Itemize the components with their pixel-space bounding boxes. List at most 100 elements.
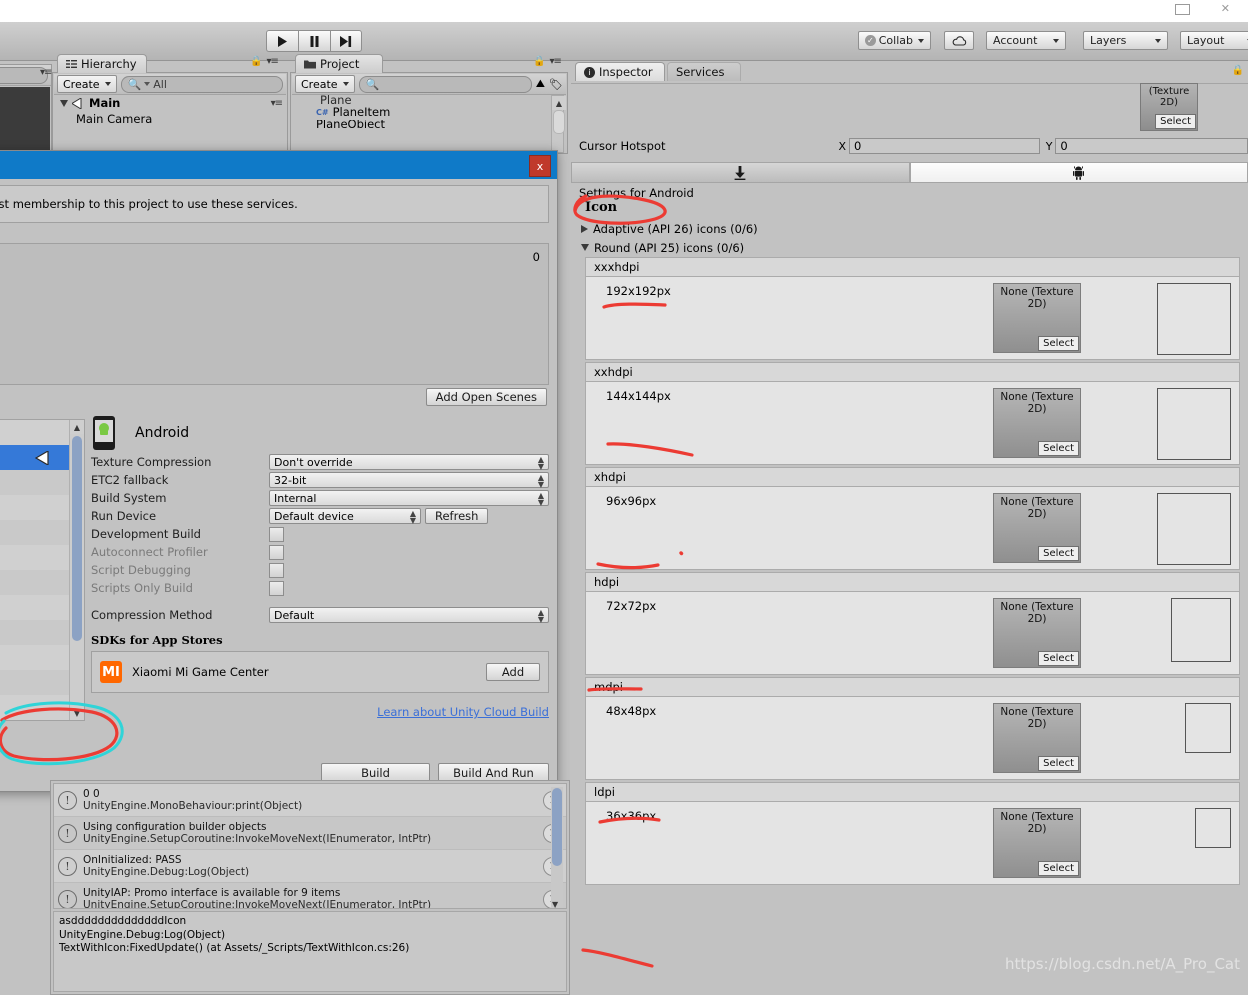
cloud-button[interactable] — [944, 31, 974, 50]
platform-scroll-thumb[interactable] — [72, 436, 82, 641]
add-open-scenes-wrap: Add Open Scenes — [426, 388, 547, 406]
hierarchy-row-main[interactable]: Main ▾≡ — [54, 95, 286, 111]
console-row-line2: UnityEngine.Debug:Log(Object) — [83, 866, 249, 878]
select-button[interactable]: Select — [1038, 441, 1079, 456]
tab-platform-default[interactable] — [571, 162, 910, 183]
lock-icon[interactable]: 🔒 — [533, 56, 545, 67]
scroll-down-icon[interactable]: ▼ — [70, 706, 84, 720]
icon-texture-slot[interactable]: None (Texture 2D) Select — [993, 283, 1081, 353]
icon-texture-slot[interactable]: None (Texture 2D) Select — [993, 493, 1081, 563]
account-button[interactable]: Account — [986, 31, 1066, 50]
close-button[interactable]: x — [529, 155, 551, 177]
lock-icon[interactable]: 🔒 — [1232, 65, 1244, 76]
none-texture-line1: None (Texture — [1000, 706, 1073, 718]
chevron-right-icon[interactable] — [581, 225, 588, 233]
console-row-line1: UnityIAP: Promo interface is available f… — [83, 887, 340, 899]
select-button[interactable]: Select — [1155, 114, 1196, 129]
scroll-down-icon[interactable]: ▼ — [552, 900, 558, 909]
platform-list[interactable]: x Standalone ows Platform ▲ ▼ — [0, 419, 85, 721]
tab-inspector[interactable]: i Inspector — [575, 62, 665, 81]
icon-texture-slot[interactable]: None (Texture 2D) Select — [993, 808, 1081, 878]
layout-button[interactable]: Layout — [1180, 31, 1248, 50]
compression-method-dropdown[interactable]: Default ▲▼ — [269, 607, 549, 623]
tab-project[interactable]: Project — [295, 54, 383, 73]
hierarchy-row-main-camera[interactable]: Main Camera — [54, 111, 286, 127]
cloud-build-link[interactable]: Learn about Unity Cloud Build — [91, 705, 549, 719]
select-button[interactable]: Select — [1038, 651, 1079, 666]
services-message: nity services. Please log in, or request… — [0, 185, 549, 223]
icon-texture-slot[interactable]: None (Texture 2D) Select — [993, 598, 1081, 668]
option-texture-compression: Texture Compression Don't override ▲▼ — [91, 453, 549, 471]
console-row[interactable]: ! OnInitialized: PASS UnityEngine.Debug:… — [54, 850, 566, 883]
step-button[interactable] — [330, 30, 362, 52]
hierarchy-search-input[interactable]: 🔍 All — [121, 76, 283, 93]
tab-platform-android[interactable] — [910, 162, 1248, 183]
development-build-checkbox[interactable] — [269, 527, 284, 542]
scroll-up-icon[interactable]: ▲ — [70, 420, 84, 434]
cursor-hotspot-y-input[interactable]: 0 — [1055, 138, 1248, 154]
select-button[interactable]: Select — [1038, 756, 1079, 771]
scene-panel-menu-icon[interactable]: ▾≡ — [40, 67, 51, 78]
scenes-in-build-list[interactable]: 0 — [0, 243, 549, 385]
layers-button[interactable]: Layers — [1083, 31, 1168, 50]
platform-list-scrollbar[interactable]: ▲ ▼ — [69, 420, 84, 720]
tab-services[interactable]: Services — [667, 62, 741, 81]
adaptive-icons-foldout[interactable]: Adaptive (API 26) icons (0/6) — [581, 219, 1240, 238]
build-settings-titlebar[interactable]: x — [0, 151, 557, 179]
chevron-down-icon[interactable] — [60, 100, 68, 107]
texture-compression-dropdown[interactable]: Don't override ▲▼ — [269, 454, 549, 470]
add-open-scenes-button[interactable]: Add Open Scenes — [426, 388, 547, 406]
select-button[interactable]: Select — [1038, 336, 1079, 351]
hierarchy-create-button[interactable]: Create — [57, 75, 117, 93]
project-menu-icon[interactable]: ▾≡ — [549, 56, 560, 67]
console-row-line1: Using configuration builder objects — [83, 821, 266, 833]
close-icon[interactable]: ✕ — [1221, 2, 1230, 15]
round-icons-foldout[interactable]: Round (API 25) icons (0/6) — [581, 238, 1240, 257]
layout-label: Layout — [1187, 34, 1224, 47]
project-item-planeitem[interactable]: C# PlaneItem — [292, 104, 566, 120]
project-item-planeobject[interactable]: PlaneObject — [292, 120, 566, 128]
project-create-button[interactable]: Create — [295, 75, 355, 93]
icon-settings-scroll-area[interactable]: Icon Adaptive (API 26) icons (0/6) Round… — [577, 200, 1240, 995]
option-label: Run Device — [91, 509, 269, 523]
scene-view-viewport[interactable] — [0, 87, 50, 152]
refresh-button[interactable]: Refresh — [425, 508, 488, 524]
project-scrollbar[interactable]: ▲ — [551, 95, 564, 153]
select-button[interactable]: Select — [1038, 861, 1079, 876]
lock-icon[interactable]: 🔒 — [250, 56, 262, 67]
option-label: Scripts Only Build — [91, 581, 269, 595]
console-detail-pane[interactable]: asddddddddddddddIcon UnityEngine.Debug:L… — [53, 911, 567, 992]
project-search-input[interactable]: 🔍 — [359, 76, 532, 93]
build-system-dropdown[interactable]: Internal ▲▼ — [269, 490, 549, 506]
maximize-icon[interactable] — [1175, 4, 1190, 15]
select-button[interactable]: Select — [1038, 546, 1079, 561]
console-scroll-thumb[interactable] — [552, 788, 562, 866]
none-texture-line2: 2D) — [1028, 403, 1047, 415]
dpi-size-label: 192x192px — [606, 284, 671, 298]
console-row[interactable]: ! 0 0 UnityEngine.MonoBehaviour:print(Ob… — [54, 784, 566, 817]
console-message-list[interactable]: ! 0 0 UnityEngine.MonoBehaviour:print(Ob… — [53, 783, 567, 909]
option-label: Texture Compression — [91, 455, 269, 469]
console-scrollbar[interactable]: ▼ — [551, 787, 563, 909]
project-scroll-thumb[interactable] — [553, 110, 565, 134]
tab-hierarchy[interactable]: Hierarchy — [57, 54, 147, 73]
console-row[interactable]: ! UnityIAP: Promo interface is available… — [54, 883, 566, 909]
etc2-fallback-dropdown[interactable]: 32-bit ▲▼ — [269, 472, 549, 488]
cursor-hotspot-x-input[interactable]: 0 — [849, 138, 1040, 154]
pause-button[interactable] — [298, 30, 330, 52]
icon-texture-slot[interactable]: None (Texture 2D) Select — [993, 703, 1081, 773]
tab-services-label: Services — [676, 65, 725, 79]
chevron-down-icon[interactable] — [581, 244, 589, 251]
console-row[interactable]: ! Using configuration builder objects Un… — [54, 817, 566, 850]
hierarchy-row-menu-icon[interactable]: ▾≡ — [271, 98, 282, 109]
hierarchy-menu-icon[interactable]: ▾≡ — [266, 56, 277, 67]
project-item-plane[interactable]: Plane — [292, 95, 566, 104]
cursor-texture-slot[interactable]: (Texture 2D) Select — [1140, 83, 1198, 131]
run-device-dropdown[interactable]: Default device ▲▼ — [269, 508, 421, 524]
project-filter-label-icon[interactable]: 🏷 — [549, 78, 563, 91]
sdk-add-button[interactable]: Add — [486, 663, 540, 681]
collab-button[interactable]: ✓ Collab — [858, 31, 931, 50]
play-button[interactable] — [266, 30, 298, 52]
project-filter-type-icon[interactable]: ⛰ — [536, 77, 545, 91]
icon-texture-slot[interactable]: None (Texture 2D) Select — [993, 388, 1081, 458]
